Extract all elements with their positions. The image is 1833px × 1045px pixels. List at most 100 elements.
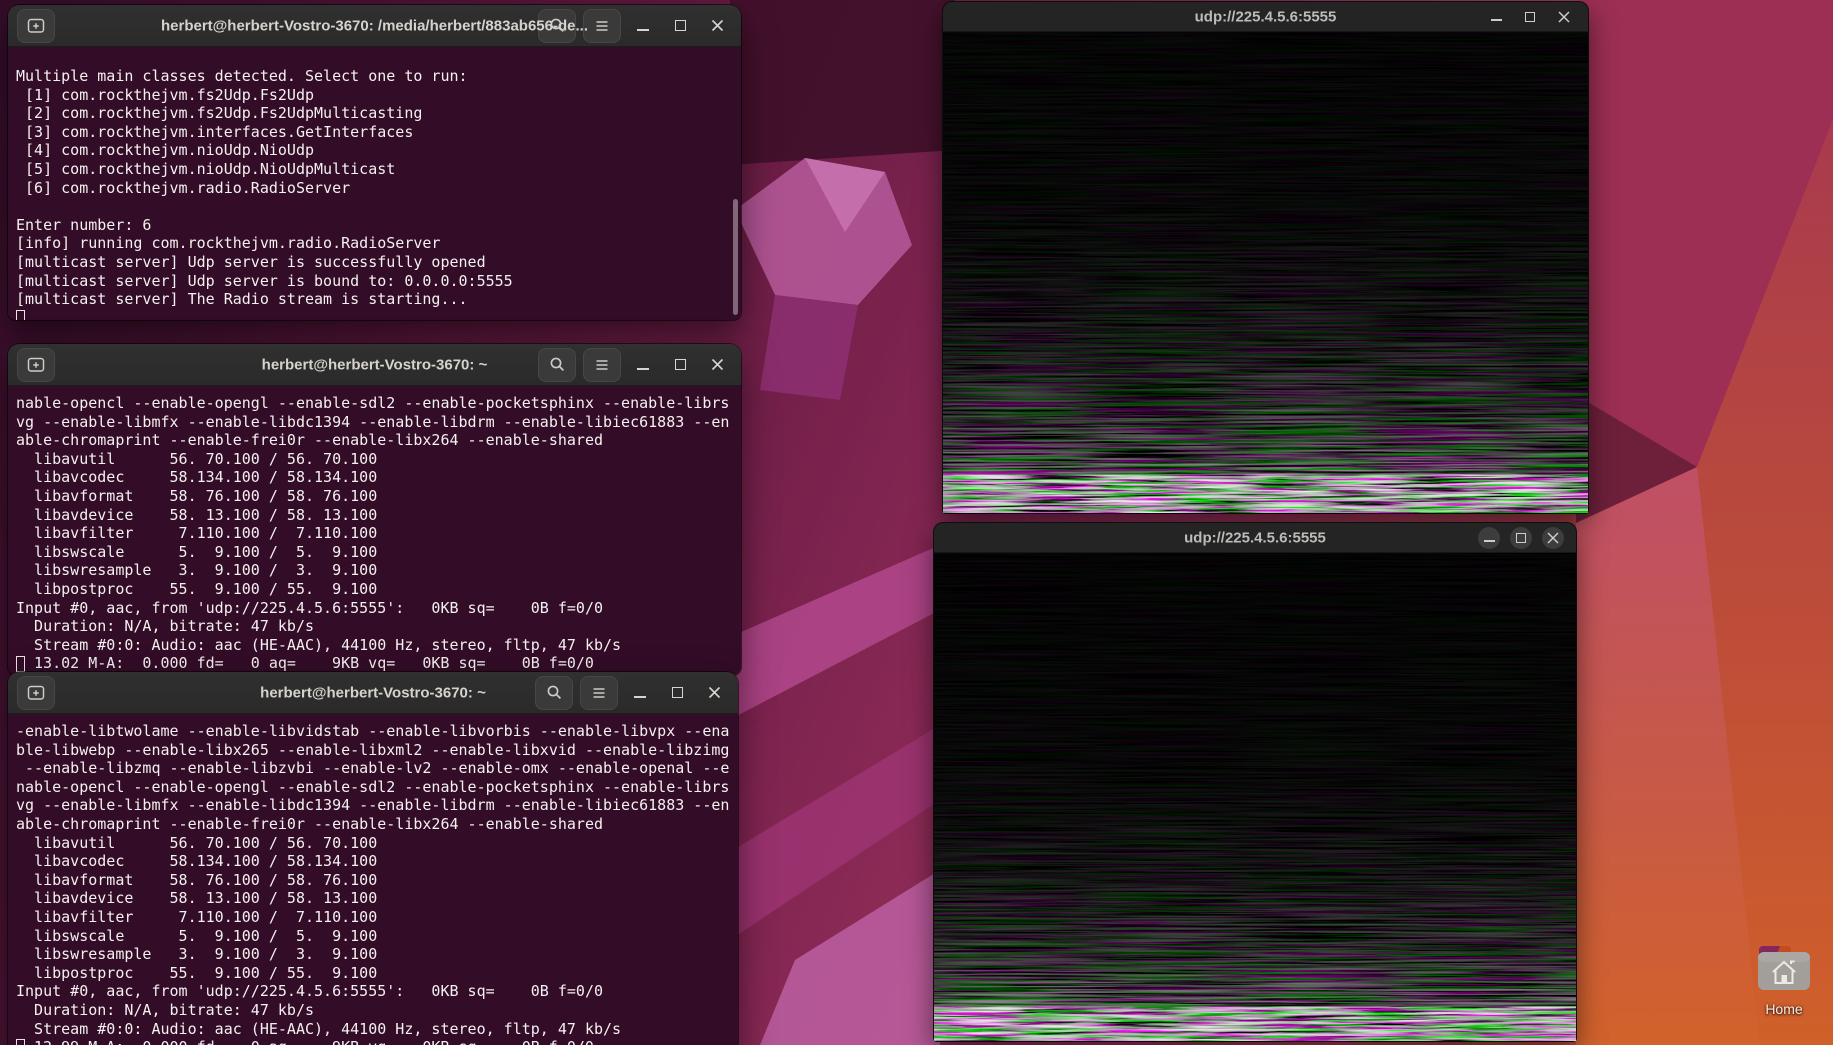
terminal-line: [3] com.rockthejvm.interfaces.GetInterfa… — [16, 123, 741, 142]
menu-button[interactable] — [583, 9, 621, 43]
terminal-line: [1] com.rockthejvm.fs2Udp.Fs2Udp — [16, 86, 741, 105]
terminal-line: [multicast server] Udp server is success… — [16, 253, 741, 272]
close-button[interactable] — [1552, 5, 1576, 29]
maximize-button[interactable] — [665, 11, 695, 41]
terminal-line: libavfilter 7.110.100 / 7.110.100 — [16, 524, 741, 543]
terminal-line: libswscale 5. 9.100 / 5. 9.100 — [16, 927, 738, 946]
terminal-cursor — [16, 1039, 25, 1045]
home-folder-icon — [1756, 944, 1812, 994]
maximize-button[interactable] — [665, 350, 695, 380]
titlebar[interactable]: herbert@herbert-Vostro-3670: ~ — [8, 672, 738, 714]
terminal-line: Duration: N/A, bitrate: 47 kb/s — [16, 617, 741, 636]
hamburger-menu-icon — [591, 686, 607, 700]
search-button[interactable] — [535, 676, 573, 710]
terminal-line — [16, 197, 741, 216]
terminal-line: Duration: N/A, bitrate: 47 kb/s — [16, 1001, 738, 1020]
terminal-window-radio-server: herbert@herbert-Vostro-3670: /media/herb… — [8, 5, 741, 320]
home-folder-shortcut[interactable]: Home — [1748, 944, 1820, 1017]
search-icon — [549, 356, 566, 373]
terminal-output[interactable]: Multiple main classes detected. Select o… — [8, 47, 741, 320]
terminal-line: libavutil 56. 70.100 / 56. 70.100 — [16, 450, 741, 469]
terminal-line: libavdevice 58. 13.100 / 58. 13.100 — [16, 889, 738, 908]
scrollbar[interactable] — [733, 199, 738, 315]
ffplay-window-top: udp://225.4.5.6:5555 — [943, 2, 1588, 513]
close-button[interactable] — [702, 350, 732, 380]
terminal-cursor — [16, 310, 25, 320]
terminal-line: nable-opencl --enable-opengl --enable-sd… — [16, 778, 738, 797]
search-button[interactable] — [538, 348, 576, 382]
terminal-output[interactable]: -enable-libtwolame --enable-libvidstab -… — [8, 714, 738, 1045]
new-tab-icon — [27, 17, 46, 35]
terminal-line: libpostproc 55. 9.100 / 55. 9.100 — [16, 580, 741, 599]
terminal-line: [info] running com.rockthejvm.radio.Radi… — [16, 234, 741, 253]
terminal-line: libavformat 58. 76.100 / 58. 76.100 — [16, 487, 741, 506]
terminal-line: vg --enable-libmfx --enable-libdc1394 --… — [16, 796, 738, 815]
status-line: 12.99 M-A: 0.000 fd= 0 aq= 9KB vq= 0KB s… — [25, 1038, 594, 1045]
terminal-line: [2] com.rockthejvm.fs2Udp.Fs2UdpMulticas… — [16, 104, 741, 123]
terminal-line: libavdevice 58. 13.100 / 58. 13.100 — [16, 506, 741, 525]
minimize-button[interactable] — [625, 678, 655, 708]
minimize-button[interactable] — [628, 350, 658, 380]
close-icon — [708, 686, 721, 699]
new-tab-button[interactable] — [17, 9, 55, 43]
desktop: herbert@herbert-Vostro-3670: /media/herb… — [0, 0, 1833, 1045]
close-icon — [711, 19, 724, 32]
window-title: udp://225.4.5.6:5555 — [1184, 529, 1326, 546]
terminal-cursor — [16, 656, 25, 672]
maximize-button[interactable] — [662, 678, 692, 708]
hamburger-menu-icon — [594, 19, 610, 33]
menu-button[interactable] — [583, 348, 621, 382]
minimize-icon — [637, 368, 649, 370]
terminal-line: Input #0, aac, from 'udp://225.4.5.6:555… — [16, 599, 741, 618]
titlebar[interactable]: udp://225.4.5.6:5555 — [934, 523, 1576, 553]
minimize-icon — [637, 29, 649, 31]
close-button[interactable] — [699, 678, 729, 708]
close-button[interactable] — [702, 11, 732, 41]
terminal-line: libavcodec 58.134.100 / 58.134.100 — [16, 468, 741, 487]
maximize-icon — [672, 687, 683, 698]
terminal-line: -enable-libtwolame --enable-libvidstab -… — [16, 722, 738, 741]
search-icon — [546, 684, 563, 701]
maximize-icon — [1525, 12, 1535, 22]
titlebar[interactable]: herbert@herbert-Vostro-3670: /media/herb… — [8, 5, 741, 47]
new-tab-button[interactable] — [17, 676, 55, 710]
minimize-icon — [634, 696, 646, 698]
terminal-line: able-chromaprint --enable-frei0r --enabl… — [16, 815, 738, 834]
terminal-line: libswresample 3. 9.100 / 3. 9.100 — [16, 945, 738, 964]
status-line: 13.02 M-A: 0.000 fd= 0 aq= 9KB vq= 0KB s… — [25, 654, 594, 673]
maximize-button[interactable] — [1510, 527, 1532, 549]
audio-spectrum-display — [943, 32, 1588, 513]
terminal-line: Multiple main classes detected. Select o… — [16, 67, 741, 86]
close-icon — [711, 358, 724, 371]
maximize-button[interactable] — [1518, 5, 1542, 29]
terminal-line: [multicast server] The Radio stream is s… — [16, 290, 741, 309]
minimize-button[interactable] — [1484, 5, 1508, 29]
close-icon — [1547, 532, 1559, 544]
titlebar[interactable]: udp://225.4.5.6:5555 — [943, 2, 1588, 32]
maximize-icon — [675, 20, 686, 31]
terminal-line: [5] com.rockthejvm.nioUdp.NioUdpMulticas… — [16, 160, 741, 179]
minimize-button[interactable] — [628, 11, 658, 41]
terminal-line: libavcodec 58.134.100 / 58.134.100 — [16, 852, 738, 871]
home-folder-label: Home — [1748, 1001, 1820, 1017]
minimize-icon — [1484, 540, 1495, 542]
terminal-line: Enter number: 6 — [16, 216, 741, 235]
terminal-line: libpostproc 55. 9.100 / 55. 9.100 — [16, 964, 738, 983]
terminal-line: libavformat 58. 76.100 / 58. 76.100 — [16, 871, 738, 890]
terminal-line: nable-opencl --enable-opengl --enable-sd… — [16, 394, 741, 413]
terminal-line: ble-libwebp --enable-libx265 --enable-li… — [16, 741, 738, 760]
window-title: herbert@herbert-Vostro-3670: /media/herb… — [161, 17, 588, 34]
window-title: herbert@herbert-Vostro-3670: ~ — [260, 684, 486, 701]
minimize-button[interactable] — [1478, 527, 1500, 549]
menu-button[interactable] — [580, 676, 618, 710]
terminal-line: --enable-libzmq --enable-libzvbi --enabl… — [16, 759, 738, 778]
new-tab-button[interactable] — [17, 348, 55, 382]
terminal-line: Stream #0:0: Audio: aac (HE-AAC), 44100 … — [16, 636, 741, 655]
new-tab-icon — [27, 684, 46, 702]
terminal-line: vg --enable-libmfx --enable-libdc1394 --… — [16, 413, 741, 432]
terminal-line: [6] com.rockthejvm.radio.RadioServer — [16, 179, 741, 198]
terminal-output[interactable]: nable-opencl --enable-opengl --enable-sd… — [8, 386, 741, 675]
close-button[interactable] — [1542, 527, 1564, 549]
window-title: udp://225.4.5.6:5555 — [1195, 8, 1337, 25]
titlebar[interactable]: herbert@herbert-Vostro-3670: ~ — [8, 344, 741, 386]
